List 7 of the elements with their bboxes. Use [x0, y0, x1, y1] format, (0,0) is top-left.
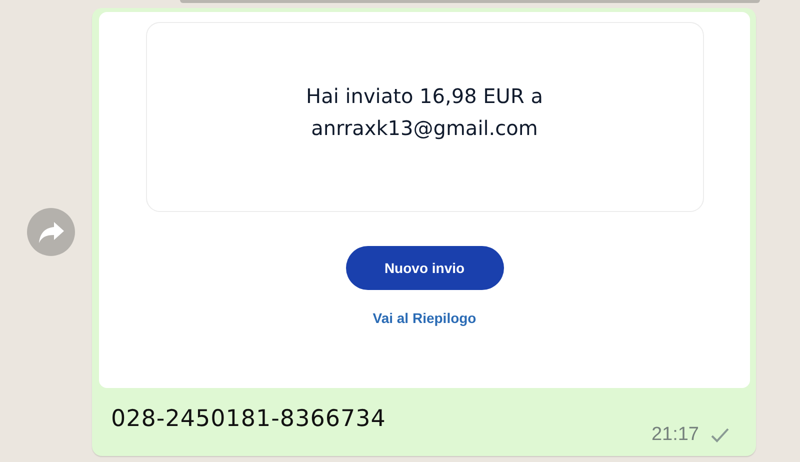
summary-link[interactable]: Vai al Riepilogo: [372, 310, 476, 326]
new-transfer-button[interactable]: Nuovo invio: [346, 246, 504, 290]
summary-text: anrraxk13@gmail.com: [311, 115, 538, 142]
message-text: 028-2450181-8366734: [111, 406, 386, 432]
message-time: 21:17: [651, 424, 699, 446]
summary-text: Hai inviato 16,98 EUR a: [306, 83, 543, 110]
forward-icon[interactable]: [27, 208, 75, 256]
